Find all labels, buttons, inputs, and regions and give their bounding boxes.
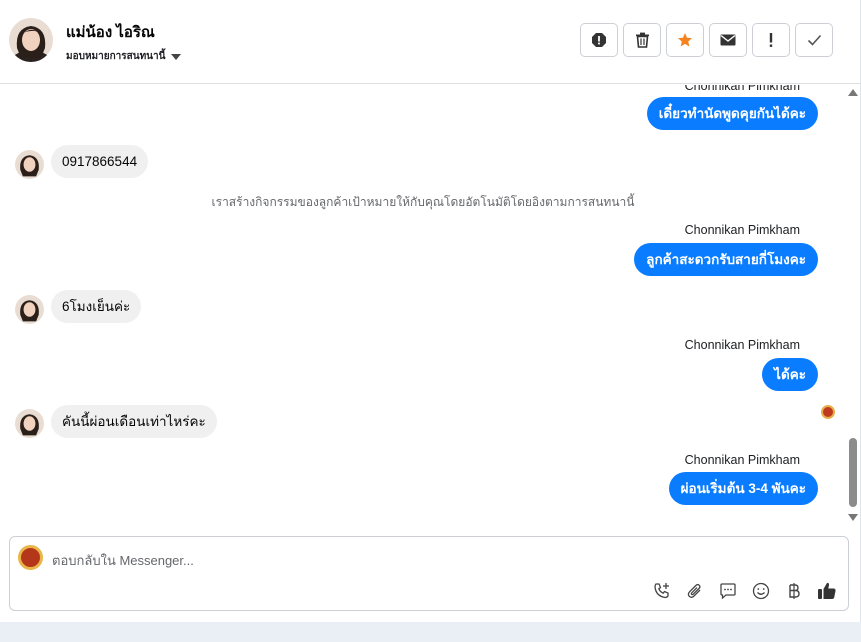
page-avatar (18, 545, 43, 570)
incoming-message[interactable]: 0917866544 (51, 145, 149, 178)
exclamation-icon (769, 33, 773, 47)
seen-indicator-avatar (821, 405, 835, 419)
contact-avatar-small (15, 150, 44, 179)
follow-up-button[interactable] (752, 23, 790, 57)
saved-reply-button[interactable] (717, 580, 739, 602)
add-call-icon (654, 583, 669, 599)
incoming-message[interactable]: คันนี้ผ่อนเดือนเท่าไหร่คะ (51, 405, 217, 438)
message-sender: Chonnikan Pimkham (684, 338, 800, 352)
baht-icon (789, 583, 800, 599)
scroll-down-arrow-icon[interactable] (848, 514, 858, 521)
message-sender: Chonnikan Pimkham (684, 85, 800, 93)
outgoing-message[interactable]: ผ่อนเริ่มต้น 3-4 พันคะ (668, 472, 818, 505)
mark-unread-button[interactable] (709, 23, 747, 57)
conversation-panel: แม่น้อง ไอริณ มอบหมายการสนทนานี้ Chonnik… (0, 0, 861, 622)
add-call-button[interactable] (651, 580, 673, 602)
header-actions (580, 23, 833, 57)
saved-reply-icon (720, 583, 736, 600)
emoji-icon (752, 582, 770, 600)
reply-composer (9, 536, 849, 611)
system-note: เราสร้างกิจกรรมของลูกค้าเป้าหมายให้กับคุ… (211, 195, 635, 209)
mark-done-button[interactable] (795, 23, 833, 57)
message-list[interactable]: Chonnikan Pimkham เดี๋ยวทำนัดพูดคุยกันได… (0, 85, 846, 525)
trash-icon (635, 32, 649, 48)
delete-button[interactable] (623, 23, 661, 57)
like-icon (818, 582, 836, 599)
contact-avatar-small (15, 409, 44, 438)
scroll-up-arrow-icon[interactable] (848, 89, 858, 96)
payment-button[interactable] (783, 580, 805, 602)
mail-icon (720, 34, 736, 46)
check-icon (807, 34, 821, 46)
outgoing-message[interactable]: ลูกค้าสะดวกรับสายกี่โมงคะ (634, 243, 818, 276)
conversation-header: แม่น้อง ไอริณ มอบหมายการสนทนานี้ (0, 0, 861, 84)
star-icon (677, 33, 693, 47)
mark-spam-button[interactable] (580, 23, 618, 57)
assign-label: มอบหมายการสนทนานี้ (66, 51, 166, 62)
caret-down-icon (171, 53, 182, 60)
footer-strip (0, 622, 861, 642)
composer-tools (651, 580, 838, 602)
message-sender: Chonnikan Pimkham (684, 453, 800, 467)
contact-name[interactable]: แม่น้อง ไอริณ (66, 20, 155, 44)
like-button[interactable] (816, 580, 838, 602)
scrollbar-thumb[interactable] (849, 438, 857, 507)
contact-avatar-small (15, 295, 44, 324)
outgoing-message[interactable]: ได้คะ (762, 358, 818, 391)
star-button[interactable] (666, 23, 704, 57)
reply-input[interactable] (52, 550, 812, 570)
emoji-button[interactable] (750, 580, 772, 602)
spam-icon (592, 33, 606, 47)
assign-conversation-dropdown[interactable]: มอบหมายการสนทนานี้ (66, 49, 182, 64)
incoming-message[interactable]: 6โมงเย็นค่ะ (51, 290, 142, 323)
attach-file-button[interactable] (684, 580, 706, 602)
contact-avatar[interactable] (9, 18, 53, 62)
attachment-icon (687, 583, 701, 598)
message-sender: Chonnikan Pimkham (684, 223, 800, 237)
outgoing-message[interactable]: เดี๋ยวทำนัดพูดคุยกันได้คะ (646, 97, 818, 130)
